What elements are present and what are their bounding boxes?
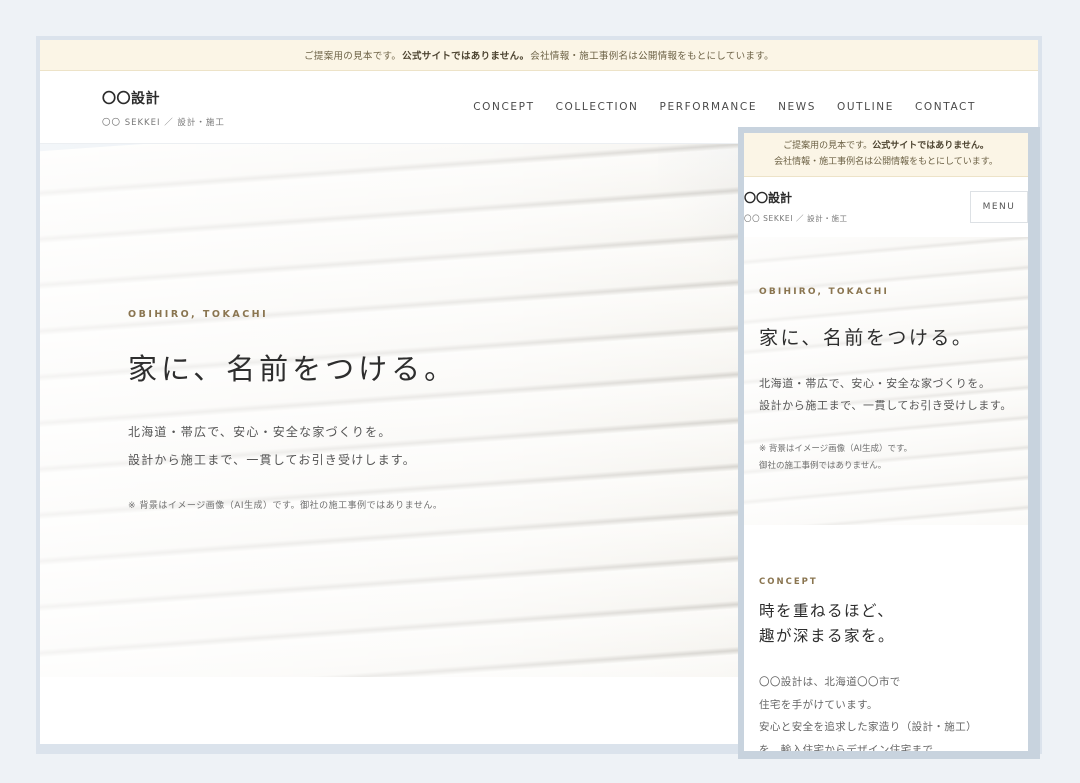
mobile-site-logo[interactable]: 〇〇設計	[744, 189, 792, 206]
concept-body-line: 〇〇設計は、北海道〇〇市で	[759, 676, 901, 688]
concept-heading-line-1: 時を重ねるほど、	[759, 602, 895, 620]
mobile-menu-button[interactable]: MENU	[970, 191, 1028, 223]
mobile-hero-title: 家に、名前をつける。	[759, 327, 974, 349]
site-logo-subtitle: 〇〇 SEKKEI ／ 設計・施工	[102, 118, 225, 128]
notice-text-pre: ご提案用の見本です。	[304, 51, 402, 62]
mobile-hero-location-kicker: OBIHIRO, TOKACHI	[759, 287, 890, 297]
hero-lead: 北海道・帯広で、安心・安全な家づくりを。 設計から施工まで、一貫してお引き受けし…	[128, 418, 416, 474]
nav-concept[interactable]: CONCEPT	[473, 101, 534, 113]
mobile-hero-note-line-2: 御社の施工事例ではありません。	[759, 461, 887, 471]
concept-heading-line-2: 趣が深まる家を。	[759, 627, 896, 645]
nav-news[interactable]: NEWS	[778, 101, 816, 113]
concept-body: 〇〇設計は、北海道〇〇市で 住宅を手がけています。 安心と安全を追求した家造り（…	[759, 671, 1019, 751]
mobile-site-logo-subtitle: 〇〇 SEKKEI ／ 設計・施工	[744, 214, 848, 223]
mobile-notice-bold: 公式サイトではありません。	[872, 141, 989, 151]
mobile-hero-lead: 北海道・帯広で、安心・安全な家づくりを。 設計から施工まで、一貫してお引き受けし…	[759, 373, 1012, 417]
site-logo[interactable]: 〇〇設計	[102, 88, 160, 108]
concept-body-line: 安心と安全を追求した家造り（設計・施工）	[759, 721, 977, 733]
mobile-concept-section: CONCEPT 時を重ねるほど、 趣が深まる家を。 〇〇設計は、北海道〇〇市で …	[759, 577, 1019, 751]
mobile-hero-lead-line-2: 設計から施工まで、一貫してお引き受けします。	[759, 399, 1012, 412]
concept-kicker: CONCEPT	[759, 577, 818, 587]
nav-collection[interactable]: COLLECTION	[556, 101, 639, 113]
notice-text-post: 会社情報・施工事例名は公開情報をもとにしています。	[530, 51, 774, 62]
global-nav: CONCEPT COLLECTION PERFORMANCE NEWS OUTL…	[473, 101, 976, 113]
sample-notice-bar: ご提案用の見本です。 公式サイトではありません。 会社情報・施工事例名は公開情報…	[40, 40, 1038, 71]
mobile-hero-section: OBIHIRO, TOKACHI 家に、名前をつける。 北海道・帯広で、安心・安…	[744, 237, 1028, 525]
hero-image-note: ※ 背景はイメージ画像（AI生成）です。御社の施工事例ではありません。	[128, 501, 443, 511]
nav-performance[interactable]: PERFORMANCE	[660, 101, 758, 113]
mobile-notice-pre: ご提案用の見本です。	[783, 141, 873, 151]
mobile-hero-image-note: ※ 背景はイメージ画像（AI生成）です。 御社の施工事例ではありません。	[759, 441, 912, 475]
concept-body-line: 住宅を手がけています。	[759, 698, 878, 711]
hero-lead-line-2: 設計から施工まで、一貫してお引き受けします。	[128, 453, 417, 467]
hero-location-kicker: OBIHIRO, TOKACHI	[128, 309, 269, 320]
mobile-preview: ご提案用の見本です。公式サイトではありません。 会社情報・施工事例名は公開情報を…	[744, 133, 1028, 751]
notice-text-bold: 公式サイトではありません。	[402, 51, 530, 62]
hero-title: 家に、名前をつける。	[128, 352, 458, 386]
mobile-site-header: 〇〇設計 〇〇 SEKKEI ／ 設計・施工 MENU	[744, 177, 1028, 238]
nav-outline[interactable]: OUTLINE	[837, 101, 894, 113]
concept-body-line: を、輸入住宅からデザイン住宅まで。	[759, 743, 944, 752]
concept-heading: 時を重ねるほど、 趣が深まる家を。	[759, 599, 1019, 649]
mobile-sample-notice-bar: ご提案用の見本です。公式サイトではありません。 会社情報・施工事例名は公開情報を…	[744, 133, 1028, 177]
hero-lead-line-1: 北海道・帯広で、安心・安全な家づくりを。	[128, 425, 392, 439]
nav-contact[interactable]: CONTACT	[915, 101, 976, 113]
mobile-hero-note-line-1: ※ 背景はイメージ画像（AI生成）です。	[759, 444, 913, 454]
mobile-notice-line-2: 会社情報・施工事例名は公開情報をもとにしています。	[774, 157, 998, 167]
mobile-hero-lead-line-1: 北海道・帯広で、安心・安全な家づくりを。	[759, 377, 991, 390]
